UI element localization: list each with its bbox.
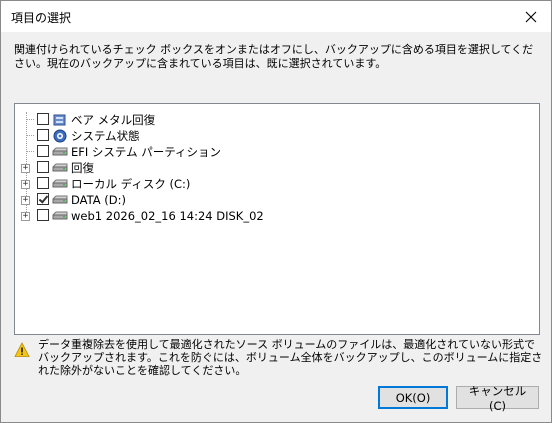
system-state-checkbox[interactable] (37, 129, 49, 141)
tree-item-local-disk-c[interactable]: + ローカル ディスク (C:) (15, 176, 215, 192)
tree-item-label: 回復 (71, 161, 94, 175)
bare-metal-recovery-checkbox[interactable] (37, 113, 49, 125)
tree-item-label: ローカル ディスク (C:) (71, 177, 191, 191)
select-items-dialog: 項目の選択 関連付けられているチェック ボックスをオンまたはオフにし、バックアッ… (0, 0, 552, 423)
deduplication-warning-text: データ重複除去を使用して最適化されたソース ボリュームのファイルは、最適化されて… (38, 338, 543, 377)
tree-item-label: ベア メタル回復 (71, 113, 156, 127)
tree-item-recovery[interactable]: + 回復 (15, 160, 215, 176)
expand-toggle[interactable]: + (21, 180, 30, 189)
tree-item-label: EFI システム パーティション (71, 145, 222, 159)
drive-icon (52, 147, 68, 156)
items-tree[interactable]: ベア メタル回復 システム状態 EFI システム パーティション + 回復 + … (14, 103, 540, 335)
local-disk-c-checkbox[interactable] (37, 177, 49, 189)
ok-button[interactable]: OK(O) (378, 386, 448, 409)
title-bar: 項目の選択 (1, 1, 551, 32)
cancel-button[interactable]: キャンセル(C) (456, 384, 539, 413)
data-d-checkbox[interactable] (37, 193, 49, 205)
tree-item-web1-disk[interactable]: + web1 2026_02_16 14:24 DISK_02 (15, 208, 275, 224)
tree-item-efi-partition[interactable]: EFI システム パーティション (15, 144, 235, 160)
tree-item-data-d[interactable]: + DATA (D:) (15, 192, 215, 208)
tree-item-label: DATA (D:) (71, 193, 126, 207)
server-recovery-icon (53, 114, 66, 126)
drive-icon (52, 163, 68, 172)
drive-icon (52, 195, 68, 204)
expand-toggle[interactable]: + (21, 164, 30, 173)
instructions-text: 関連付けられているチェック ボックスをオンまたはオフにし、バックアップに含める項… (14, 43, 534, 70)
drive-icon (52, 211, 68, 220)
expand-toggle[interactable]: + (21, 196, 30, 205)
expand-toggle[interactable]: + (21, 212, 30, 221)
close-icon (525, 11, 537, 22)
efi-partition-checkbox[interactable] (37, 145, 49, 157)
tree-item-bare-metal-recovery[interactable]: ベア メタル回復 (15, 112, 215, 128)
warning-icon (14, 342, 30, 357)
tree-item-label: web1 2026_02_16 14:24 DISK_02 (71, 209, 264, 223)
recovery-checkbox[interactable] (37, 161, 49, 173)
tree-item-system-state[interactable]: システム状態 (15, 128, 215, 144)
close-button[interactable] (511, 1, 551, 32)
web1-disk-checkbox[interactable] (37, 209, 49, 221)
dialog-title: 項目の選択 (11, 11, 72, 25)
tree-item-label: システム状態 (71, 129, 140, 143)
system-state-icon (53, 129, 67, 143)
drive-icon (52, 179, 68, 188)
